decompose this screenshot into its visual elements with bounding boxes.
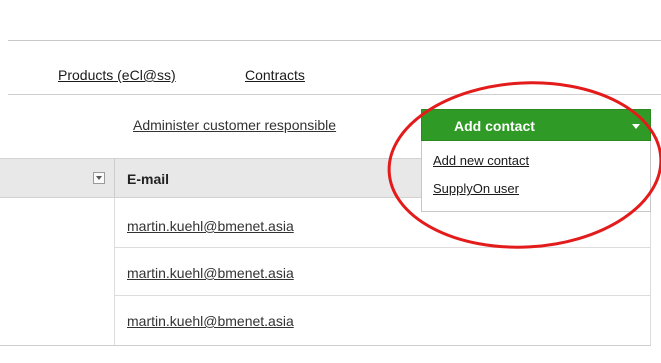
chevron-down-icon <box>632 124 640 129</box>
nav-divider <box>8 94 661 95</box>
add-contact-dropdown-menu: Add new contact SupplyOn user <box>421 141 651 212</box>
page: Products (eCl@ss) Contracts Administer c… <box>0 0 661 363</box>
column-header-email[interactable]: E-mail <box>127 171 169 187</box>
row-divider <box>114 247 651 248</box>
administer-customer-responsible-link[interactable]: Administer customer responsible <box>133 117 336 133</box>
tab-products-eclass[interactable]: Products (eCl@ss) <box>58 67 176 83</box>
menu-item-supplyon-user[interactable]: SupplyOn user <box>433 181 519 196</box>
grid-right-border <box>650 198 651 346</box>
menu-item-add-new-contact[interactable]: Add new contact <box>433 153 529 168</box>
table-row-email-link[interactable]: martin.kuehl@bmenet.asia <box>127 313 294 329</box>
add-contact-button[interactable]: Add contact <box>421 109 651 141</box>
column-separator <box>114 159 115 197</box>
tab-contracts[interactable]: Contracts <box>245 67 305 83</box>
add-contact-label: Add contact <box>454 118 535 134</box>
table-row-email-link[interactable]: martin.kuehl@bmenet.asia <box>127 218 294 234</box>
top-divider <box>8 40 661 41</box>
grid-bottom-border <box>0 345 651 346</box>
filter-dropdown-icon[interactable] <box>93 172 105 184</box>
table-row-email-link[interactable]: martin.kuehl@bmenet.asia <box>127 265 294 281</box>
grid-left-border <box>114 198 115 346</box>
row-divider <box>114 295 651 296</box>
